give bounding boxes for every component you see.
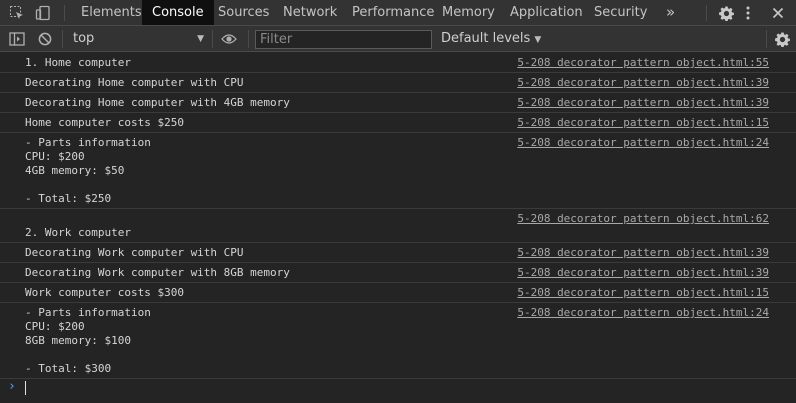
close-icon[interactable]	[766, 0, 790, 26]
tab-network[interactable]: Network	[273, 0, 347, 25]
log-levels-label: Default levels	[441, 31, 531, 46]
toolbar-separator	[766, 30, 767, 48]
tab-performance[interactable]: Performance	[342, 0, 444, 25]
tab-security[interactable]: Security	[584, 0, 657, 25]
console-message: Home computer costs $250 5-208 decorator…	[0, 113, 796, 133]
message-text: Work computer costs $300	[25, 286, 184, 299]
tab-console[interactable]: Console	[142, 0, 214, 25]
tab-application[interactable]: Application	[500, 0, 593, 25]
console-prompt[interactable]: ›	[0, 378, 796, 398]
console-message: Decorating Home computer with CPU 5-208 …	[0, 73, 796, 93]
message-text: Decorating Work computer with 8GB memory	[25, 266, 290, 279]
console-message: Decorating Work computer with 8GB memory…	[0, 263, 796, 283]
console-toolbar: top ▼ Filter Default levels ▼	[0, 26, 796, 52]
filter-input[interactable]: Filter	[255, 30, 432, 49]
context-value: top	[73, 31, 95, 46]
message-text: - Parts information CPU: $200 4GB memory…	[25, 136, 151, 205]
console-group-header[interactable]: 5-208 decorator pattern object.html:62 2…	[0, 209, 796, 243]
source-link[interactable]: 5-208 decorator pattern object.html:39	[517, 246, 769, 260]
show-sidebar-icon[interactable]	[6, 26, 28, 52]
console-message: 1. Home computer 5-208 decorator pattern…	[0, 53, 796, 73]
clear-console-icon[interactable]	[34, 26, 56, 52]
message-text: 1. Home computer	[25, 56, 131, 69]
log-levels-dropdown[interactable]: Default levels ▼	[441, 29, 541, 49]
console-message: Decorating Work computer with CPU 5-208 …	[0, 243, 796, 263]
message-text: 2. Work computer	[25, 226, 131, 239]
execution-context-select[interactable]: top ▼	[66, 29, 208, 49]
tab-sources[interactable]: Sources	[208, 0, 279, 25]
console-message: Decorating Home computer with 4GB memory…	[0, 93, 796, 113]
tab-memory[interactable]: Memory	[432, 0, 505, 25]
tab-separator	[706, 5, 707, 21]
message-text: Decorating Home computer with CPU	[25, 76, 244, 89]
more-tabs-button[interactable]: »	[656, 0, 685, 25]
live-expression-eye-icon[interactable]	[218, 26, 240, 52]
console-message: - Parts information CPU: $200 8GB memory…	[0, 303, 796, 379]
source-link[interactable]: 5-208 decorator pattern object.html:15	[517, 286, 769, 300]
toolbar-separator	[62, 30, 63, 48]
settings-gear-icon[interactable]	[716, 0, 736, 26]
chevron-down-icon: ▼	[197, 34, 204, 44]
message-text: Decorating Home computer with 4GB memory	[25, 96, 290, 109]
source-link[interactable]: 5-208 decorator pattern object.html:39	[517, 266, 769, 280]
console-message: Work computer costs $300 5-208 decorator…	[0, 283, 796, 303]
source-link[interactable]: 5-208 decorator pattern object.html:24	[517, 306, 769, 320]
message-text: - Parts information CPU: $200 8GB memory…	[25, 306, 151, 375]
toolbar-separator	[212, 30, 213, 48]
more-options-icon[interactable]	[738, 0, 758, 26]
console-output: 1. Home computer 5-208 decorator pattern…	[0, 53, 796, 403]
source-link[interactable]: 5-208 decorator pattern object.html:62	[517, 212, 769, 226]
devtools-tab-bar: Elements Console Sources Network Perform…	[0, 0, 796, 26]
chevron-down-icon: ▼	[534, 35, 542, 45]
message-text: Decorating Work computer with CPU	[25, 246, 244, 259]
message-text: Home computer costs $250	[25, 116, 184, 129]
source-link[interactable]: 5-208 decorator pattern object.html:55	[517, 56, 769, 70]
prompt-chevron-icon: ›	[8, 379, 16, 394]
device-toolbar-icon[interactable]	[32, 0, 54, 26]
source-link[interactable]: 5-208 decorator pattern object.html:39	[517, 96, 769, 110]
text-cursor	[25, 381, 26, 395]
source-link[interactable]: 5-208 decorator pattern object.html:15	[517, 116, 769, 130]
source-link[interactable]: 5-208 decorator pattern object.html:24	[517, 136, 769, 150]
toolbar-separator	[248, 30, 249, 48]
console-settings-gear-icon[interactable]	[772, 26, 792, 52]
source-link[interactable]: 5-208 decorator pattern object.html:39	[517, 76, 769, 90]
inspect-element-icon[interactable]	[6, 0, 28, 26]
console-message: - Parts information CPU: $200 4GB memory…	[0, 133, 796, 209]
tab-separator	[64, 5, 65, 21]
tab-elements[interactable]: Elements	[71, 0, 152, 25]
